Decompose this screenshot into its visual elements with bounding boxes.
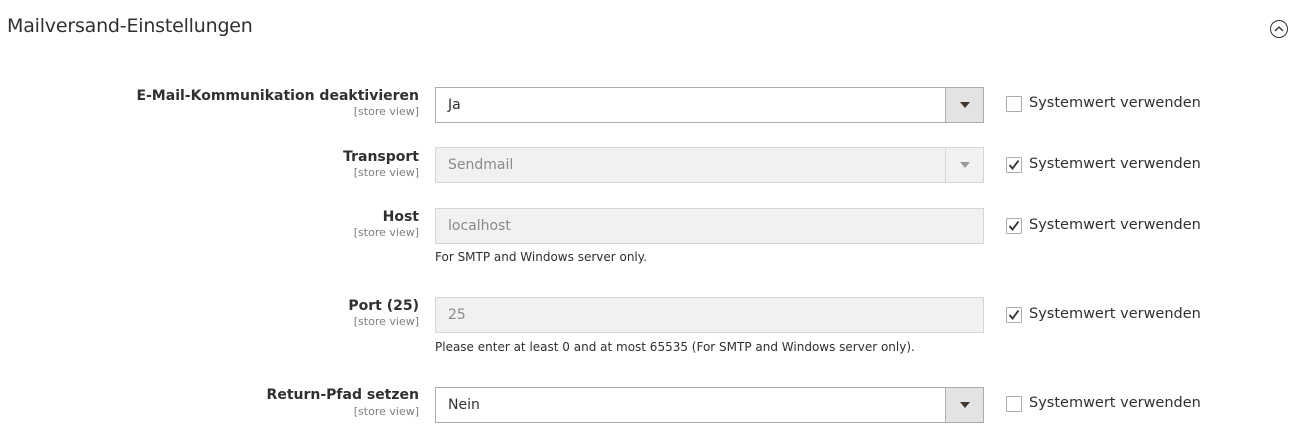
system-value-label: Systemwert verwenden (1029, 156, 1201, 172)
field-label: Host (382, 209, 419, 225)
checkmark-icon (1008, 220, 1020, 231)
collapse-button[interactable] (1270, 20, 1288, 38)
system-value-checkbox[interactable] (1006, 396, 1022, 412)
input-value: localhost (448, 218, 511, 234)
input-value: 25 (448, 307, 466, 323)
system-value-label: Systemwert verwenden (1029, 95, 1201, 111)
select-value: Nein (448, 397, 480, 413)
field-note: For SMTP and Windows server only. (435, 250, 647, 264)
checkmark-icon (1008, 309, 1020, 320)
field-label: Transport (343, 149, 419, 165)
select-toggle[interactable] (945, 148, 983, 182)
field-label: E-Mail-Kommunikation deaktivieren (136, 88, 419, 104)
transport-select[interactable]: Sendmail (435, 147, 984, 183)
system-value-label: Systemwert verwenden (1029, 395, 1201, 411)
select-toggle[interactable] (945, 388, 983, 422)
scope-label: [store view] (353, 105, 419, 118)
disable-email-select[interactable]: Ja (435, 87, 984, 123)
checkmark-icon (1008, 159, 1020, 170)
scope-label: [store view] (353, 405, 419, 418)
system-value-label: Systemwert verwenden (1029, 217, 1201, 233)
system-value-label: Systemwert verwenden (1029, 306, 1201, 322)
scope-label: [store view] (353, 166, 419, 179)
system-value-checkbox[interactable] (1006, 96, 1022, 112)
field-note: Please enter at least 0 and at most 6553… (435, 340, 915, 354)
return-path-select[interactable]: Nein (435, 387, 984, 423)
system-value-checkbox[interactable] (1006, 218, 1022, 234)
scope-label: [store view] (353, 226, 419, 239)
section-title: Mailversand-Einstellungen (7, 15, 253, 37)
chevron-down-icon (960, 402, 970, 408)
chevron-down-icon (960, 162, 970, 168)
system-value-checkbox[interactable] (1006, 307, 1022, 323)
select-value: Ja (448, 97, 461, 113)
scope-label: [store view] (353, 315, 419, 328)
field-label: Return-Pfad setzen (266, 387, 419, 403)
select-value: Sendmail (448, 157, 514, 173)
host-input[interactable]: localhost (435, 208, 984, 244)
field-label: Port (25) (348, 298, 419, 314)
port-input[interactable]: 25 (435, 297, 984, 333)
chevron-up-icon (1274, 26, 1284, 32)
chevron-down-icon (960, 102, 970, 108)
select-toggle[interactable] (945, 88, 983, 122)
system-value-checkbox[interactable] (1006, 157, 1022, 173)
